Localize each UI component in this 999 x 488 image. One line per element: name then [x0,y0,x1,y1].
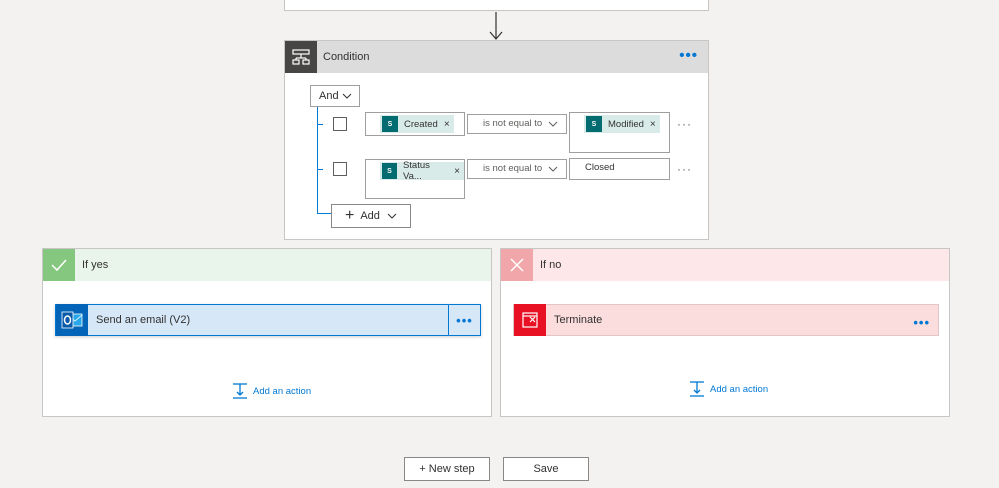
save-label: Save [533,463,559,475]
outlook-icon [56,304,88,336]
remove-token-icon[interactable]: × [650,119,656,130]
add-action-label: Add an action [710,383,769,395]
if-no-header[interactable]: If no [501,249,949,281]
ellipsis-icon[interactable]: ••• [913,315,930,330]
action-label: Send an email (V2) [96,314,191,326]
chevron-down-icon [548,166,558,172]
sharepoint-icon: S [382,116,398,132]
terminate-icon [514,304,546,336]
terminate-action[interactable]: Terminate ••• [513,304,939,336]
remove-token-icon[interactable]: × [444,119,450,130]
group-operator-label: And [319,90,339,102]
operator-label: is not equal to [483,163,543,174]
condition-icon [285,41,317,73]
row-menu-icon[interactable]: ··· [677,162,692,176]
if-yes-branch: If yes Send an email (V2) ••• Add an act… [42,248,492,417]
right-operand-field[interactable]: S Modified × [569,112,670,153]
add-action-icon [233,383,247,399]
token-label: Created [404,118,438,130]
token-label: Status Va... [402,160,430,182]
if-yes-title: If yes [82,259,109,271]
add-action-label: Add an action [253,385,312,397]
operator-dropdown[interactable]: is not equal to [467,159,567,179]
sharepoint-icon: S [586,116,602,132]
x-icon [501,249,533,281]
chevron-down-icon [387,213,397,219]
right-value-input[interactable]: Closed [569,158,670,180]
down-arrow-icon [489,12,503,40]
new-step-label: + New step [419,463,475,475]
tree-branch-line [317,213,331,214]
sharepoint-icon: S [382,163,397,179]
tree-connector [317,107,318,213]
add-action-link[interactable]: Add an action [689,381,768,397]
group-operator-dropdown[interactable]: And [310,85,360,107]
operator-label: is not equal to [483,118,543,129]
condition-card: Condition ••• And S Created × is not equ… [284,40,709,240]
action-label: Terminate [554,314,603,326]
token-label: Modified [608,118,644,130]
left-operand-field[interactable]: S Status Va... × [365,159,465,199]
row-checkbox[interactable] [333,117,347,131]
add-condition-button[interactable]: + Add [331,204,411,228]
operator-dropdown[interactable]: is not equal to [467,114,567,134]
row-menu-icon[interactable]: ··· [677,117,692,131]
add-action-link[interactable]: Add an action [232,383,311,399]
condition-title: Condition [323,51,370,63]
remove-token-icon[interactable]: × [454,166,460,177]
dynamic-content-token[interactable]: S Modified × [584,115,660,133]
dynamic-content-token[interactable]: S Created × [380,115,454,133]
tree-branch-line [317,169,323,170]
chevron-down-icon [342,93,352,99]
tree-branch-line [317,124,323,125]
row-checkbox[interactable] [333,162,347,176]
ellipsis-icon[interactable]: ••• [679,48,698,63]
if-no-branch: If no Terminate ••• Add an action [500,248,950,417]
chevron-down-icon [548,121,558,127]
previous-step-card[interactable] [284,0,709,11]
new-step-button[interactable]: + New step [404,457,490,481]
left-operand-field[interactable]: S Created × [365,112,465,136]
if-no-title: If no [540,259,562,271]
ellipsis-icon: ••• [456,312,473,328]
if-yes-header[interactable]: If yes [43,249,491,281]
send-email-action[interactable]: Send an email (V2) ••• [55,304,481,336]
dynamic-content-token[interactable]: S Status Va... × [380,160,464,182]
add-action-icon [690,381,704,397]
checkmark-icon [43,249,75,281]
add-label: Add [360,210,380,222]
right-value-text: Closed [585,162,615,173]
condition-header[interactable]: Condition ••• [285,41,708,73]
action-menu-button[interactable]: ••• [448,305,480,335]
save-button[interactable]: Save [503,457,589,481]
plus-icon: + [345,207,355,224]
